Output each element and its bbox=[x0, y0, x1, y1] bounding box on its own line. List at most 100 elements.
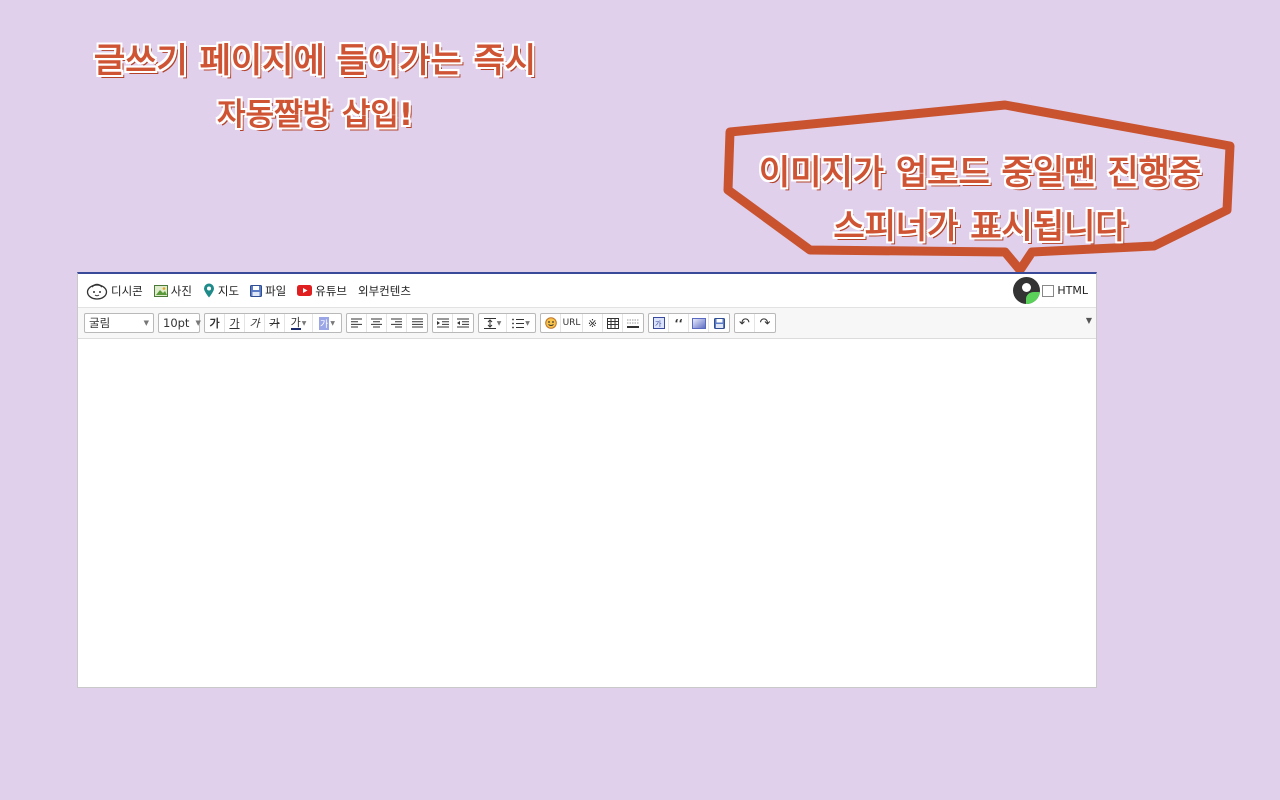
align-center-button[interactable] bbox=[367, 314, 387, 332]
align-justify-button[interactable] bbox=[407, 314, 427, 332]
chevron-down-icon: ▼ bbox=[195, 319, 201, 327]
align-group bbox=[346, 313, 428, 333]
dccon-icon bbox=[86, 282, 108, 300]
align-justify-icon bbox=[411, 318, 423, 328]
align-right-button[interactable] bbox=[387, 314, 407, 332]
quote-icon: ‘‘ bbox=[674, 316, 683, 330]
file-disk-icon bbox=[250, 284, 263, 297]
insert-youtube-button[interactable]: 유튜브 bbox=[297, 283, 347, 299]
toolbar-expand-icon[interactable]: ▼ bbox=[1086, 316, 1092, 325]
italic-button[interactable]: 가 bbox=[245, 314, 265, 332]
chevron-down-icon: ▼ bbox=[496, 319, 502, 327]
list-icon bbox=[512, 318, 525, 328]
line-height-button[interactable]: ▼ bbox=[479, 314, 507, 332]
insert-photo-button[interactable]: 사진 bbox=[153, 283, 192, 299]
promo-headline: 글쓰기 페이지에 들어가는 즉시 자동짤방 삽입! bbox=[60, 34, 570, 142]
speech-bubble: 이미지가 업로드 중일땐 진행중 스피너가 표시됩니다 bbox=[722, 100, 1238, 276]
text-color-button[interactable]: 가 ▼ bbox=[285, 314, 313, 332]
post-editor: 디시콘 사진 지도 파일 유튜브 외부컨텐츠 HTML 굴림 ▼ 10pt ▼ … bbox=[77, 272, 1097, 688]
insert-external-content-button[interactable]: 외부컨텐츠 bbox=[358, 283, 411, 299]
promo-headline-line2: 자동짤방 삽입! bbox=[216, 97, 414, 133]
chevron-down-icon: ▼ bbox=[301, 319, 307, 327]
history-group: ↶ ↷ bbox=[734, 313, 776, 333]
save-draft-button[interactable] bbox=[709, 314, 729, 332]
insert-photo-label: 사진 bbox=[170, 283, 192, 298]
list-button[interactable]: ▼ bbox=[507, 314, 535, 332]
indent-group bbox=[432, 313, 474, 333]
svg-text:가: 가 bbox=[655, 319, 662, 328]
chevron-down-icon: ▼ bbox=[143, 319, 149, 327]
insert-file-label: 파일 bbox=[265, 283, 287, 298]
font-size-value: 10pt bbox=[163, 316, 190, 330]
map-pin-icon bbox=[203, 283, 215, 298]
save-icon bbox=[713, 317, 725, 329]
insert-table-button[interactable] bbox=[603, 314, 623, 332]
insert-map-label: 지도 bbox=[217, 283, 240, 298]
insert-dccon-label: 디시콘 bbox=[111, 283, 143, 298]
font-size-select[interactable]: 10pt ▼ bbox=[158, 313, 201, 333]
text-style-group: 가 가 가 가 가 ▼ 가 ▼ bbox=[204, 313, 342, 333]
emoticon-icon bbox=[544, 317, 557, 329]
insert-youtube-label: 유튜브 bbox=[315, 283, 348, 298]
outdent-button[interactable] bbox=[453, 314, 473, 332]
indent-icon bbox=[436, 318, 449, 328]
underline-icon: 가 bbox=[229, 317, 240, 330]
strikethrough-button[interactable]: 가 bbox=[265, 314, 285, 332]
chevron-down-icon: ▼ bbox=[525, 319, 530, 327]
insert-group: URL ※ bbox=[540, 313, 644, 333]
strikethrough-icon: 가 bbox=[269, 317, 280, 330]
photo-icon bbox=[153, 284, 168, 297]
insert-link-button[interactable]: URL bbox=[561, 314, 583, 332]
special-char-button[interactable]: ※ bbox=[583, 314, 603, 332]
youtube-icon bbox=[297, 285, 313, 296]
emoticon-button[interactable] bbox=[541, 314, 561, 332]
font-family-select[interactable]: 굴림 ▼ bbox=[84, 313, 154, 333]
html-mode-checkbox[interactable] bbox=[1042, 284, 1055, 297]
spacing-list-group: ▼ ▼ bbox=[478, 313, 536, 333]
format-toolbar: 굴림 ▼ 10pt ▼ 가 가 가 가 가 ▼ 가 ▼ ▼ ▼ URL ※ 가 … bbox=[78, 308, 1096, 339]
insert-toolbar: 디시콘 사진 지도 파일 유튜브 외부컨텐츠 HTML bbox=[78, 274, 1096, 308]
font-family-value: 굴림 bbox=[89, 316, 111, 330]
bubble-text-line1: 이미지가 업로드 중일땐 진행중 bbox=[758, 153, 1202, 193]
bubble-text-line2: 스피너가 표시됩니다 bbox=[833, 207, 1127, 247]
italic-icon: 가 bbox=[249, 317, 260, 330]
align-left-button[interactable] bbox=[347, 314, 367, 332]
bubble-text: 이미지가 업로드 중일땐 진행중 스피너가 표시됩니다 bbox=[722, 146, 1238, 254]
horizontal-rule-icon bbox=[627, 319, 639, 328]
bold-button[interactable]: 가 bbox=[205, 314, 225, 332]
upload-spinner-icon bbox=[1013, 277, 1041, 304]
table-icon bbox=[606, 317, 619, 329]
special-char-icon: ※ bbox=[587, 316, 598, 330]
html-mode-label: HTML bbox=[1057, 284, 1088, 297]
background-box-icon bbox=[691, 317, 706, 329]
undo-icon: ↶ bbox=[739, 315, 750, 331]
text-box-button[interactable]: 가 bbox=[649, 314, 669, 332]
insert-external-content-label: 외부컨텐츠 bbox=[358, 283, 411, 298]
align-right-icon bbox=[391, 318, 402, 328]
quote-button[interactable]: ‘‘ bbox=[669, 314, 689, 332]
align-left-icon bbox=[351, 318, 362, 328]
link-icon: URL bbox=[562, 318, 581, 328]
background-color-icon: 가 bbox=[319, 316, 330, 330]
insert-file-button[interactable]: 파일 bbox=[250, 283, 286, 299]
background-box-button[interactable] bbox=[689, 314, 709, 332]
redo-button[interactable]: ↷ bbox=[755, 314, 775, 332]
redo-icon: ↷ bbox=[759, 315, 771, 331]
bold-icon: 가 bbox=[209, 317, 220, 330]
chevron-down-icon: ▼ bbox=[330, 319, 335, 327]
promo-headline-line1: 글쓰기 페이지에 들어가는 즉시 bbox=[93, 41, 537, 81]
insert-toolbar-right: HTML bbox=[1013, 277, 1088, 304]
line-height-icon bbox=[483, 317, 496, 329]
horizontal-rule-button[interactable] bbox=[623, 314, 643, 332]
insert-dccon-button[interactable]: 디시콘 bbox=[86, 282, 143, 300]
undo-button[interactable]: ↶ bbox=[735, 314, 755, 332]
align-center-icon bbox=[371, 318, 382, 328]
background-color-button[interactable]: 가 ▼ bbox=[313, 314, 341, 332]
text-box-icon: 가 bbox=[652, 317, 665, 329]
underline-button[interactable]: 가 bbox=[225, 314, 245, 332]
text-color-icon: 가 bbox=[290, 315, 301, 330]
indent-button[interactable] bbox=[433, 314, 453, 332]
editor-content-area[interactable] bbox=[78, 339, 1096, 687]
insert-map-button[interactable]: 지도 bbox=[203, 283, 239, 299]
outdent-icon bbox=[457, 318, 469, 328]
